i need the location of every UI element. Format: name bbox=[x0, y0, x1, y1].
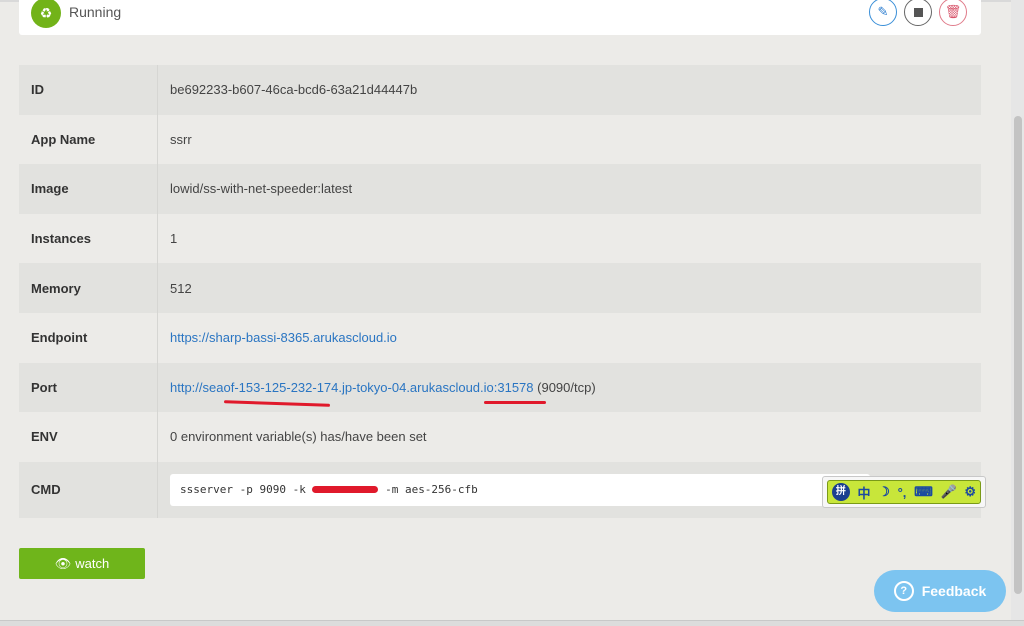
table-row: Instances 1 bbox=[19, 213, 981, 264]
stop-button[interactable] bbox=[904, 0, 932, 26]
detail-key: Port bbox=[19, 362, 158, 413]
feedback-button[interactable]: ? Feedback bbox=[874, 570, 1006, 612]
detail-value: 1 bbox=[170, 231, 178, 247]
detail-value: lowid/ss-with-net-speeder:latest bbox=[170, 181, 353, 197]
status-header: ♻ Running ✎ 🗑 bbox=[19, 0, 981, 35]
detail-key: Image bbox=[19, 164, 158, 214]
detail-key: CMD bbox=[19, 461, 158, 518]
detail-value: 0 environment variable(s) has/have been … bbox=[170, 429, 427, 445]
status-label: Running bbox=[69, 4, 122, 20]
cmd-prefix: ssserver -p 9090 -k bbox=[180, 482, 313, 496]
punctuation-icon[interactable]: °, bbox=[898, 485, 907, 500]
watch-label: watch bbox=[75, 556, 110, 571]
detail-key: ID bbox=[19, 65, 158, 115]
endpoint-link[interactable]: https://sharp-bassi-8365.arukascloud.io bbox=[170, 330, 397, 345]
table-row: Memory 512 bbox=[19, 263, 981, 313]
table-row: ENV 0 environment variable(s) has/have b… bbox=[19, 412, 981, 462]
ime-mode-toggle[interactable]: 中 bbox=[858, 483, 871, 502]
redaction-mark bbox=[312, 486, 379, 494]
delete-button[interactable]: 🗑 bbox=[939, 0, 967, 26]
detail-key: Instances bbox=[19, 213, 158, 264]
port-link[interactable]: http://seaof-153-125-232-174.jp-tokyo-04… bbox=[170, 380, 534, 395]
cmd-code-box: ssserver -p 9090 -k -m aes-256-cfb bbox=[170, 473, 870, 506]
moon-icon[interactable]: ☽ bbox=[878, 484, 890, 500]
app-details-table: ID be692233-b607-46ca-bcd6-63a21d44447b … bbox=[19, 65, 981, 518]
ime-toolbar[interactable]: 拼 中 ☽ °, ⌨ 🎤 ⚙ bbox=[822, 476, 986, 508]
ime-toolbar-inner: 拼 中 ☽ °, ⌨ 🎤 ⚙ bbox=[827, 480, 981, 504]
cmd-suffix: -m aes-256-cfb bbox=[378, 482, 478, 496]
gear-icon[interactable]: ⚙ bbox=[964, 484, 976, 500]
feedback-label: Feedback bbox=[921, 583, 987, 599]
trash-icon: 🗑 bbox=[944, 4, 962, 19]
table-row: Image lowid/ss-with-net-speeder:latest bbox=[19, 164, 981, 214]
underline-mark bbox=[484, 401, 546, 404]
detail-value: be692233-b607-46ca-bcd6-63a21d44447b bbox=[170, 82, 418, 98]
keyboard-icon[interactable]: ⌨ bbox=[914, 484, 933, 500]
question-icon: ? bbox=[893, 581, 914, 601]
table-row: Endpoint https://sharp-bassi-8365.arukas… bbox=[19, 312, 982, 363]
ime-logo-icon[interactable]: 拼 bbox=[831, 483, 850, 501]
eye-icon: 👁 bbox=[54, 556, 72, 571]
detail-key: Memory bbox=[19, 263, 158, 313]
detail-key: App Name bbox=[19, 114, 158, 165]
table-row: Port http://seaof-153-125-232-174.jp-tok… bbox=[19, 362, 981, 413]
stop-icon bbox=[913, 8, 923, 17]
detail-value: ssrr bbox=[170, 131, 192, 147]
table-row: ID be692233-b607-46ca-bcd6-63a21d44447b bbox=[19, 65, 981, 115]
bottom-bar bbox=[0, 620, 1024, 626]
detail-value: https://sharp-bassi-8365.arukascloud.io bbox=[158, 313, 982, 363]
watch-button[interactable]: 👁 watch bbox=[19, 548, 145, 579]
port-protocol: (9090/tcp) bbox=[533, 379, 596, 395]
recycle-icon: ♻ bbox=[31, 0, 61, 28]
detail-key: ENV bbox=[19, 412, 158, 462]
scrollbar-thumb[interactable] bbox=[1014, 116, 1022, 594]
edit-button[interactable]: ✎ bbox=[869, 0, 897, 26]
table-row: App Name ssrr bbox=[19, 114, 981, 165]
pencil-icon: ✎ bbox=[877, 4, 889, 19]
microphone-icon[interactable]: 🎤 bbox=[941, 484, 957, 500]
detail-value: 512 bbox=[170, 280, 192, 296]
detail-key: Endpoint bbox=[19, 312, 158, 363]
